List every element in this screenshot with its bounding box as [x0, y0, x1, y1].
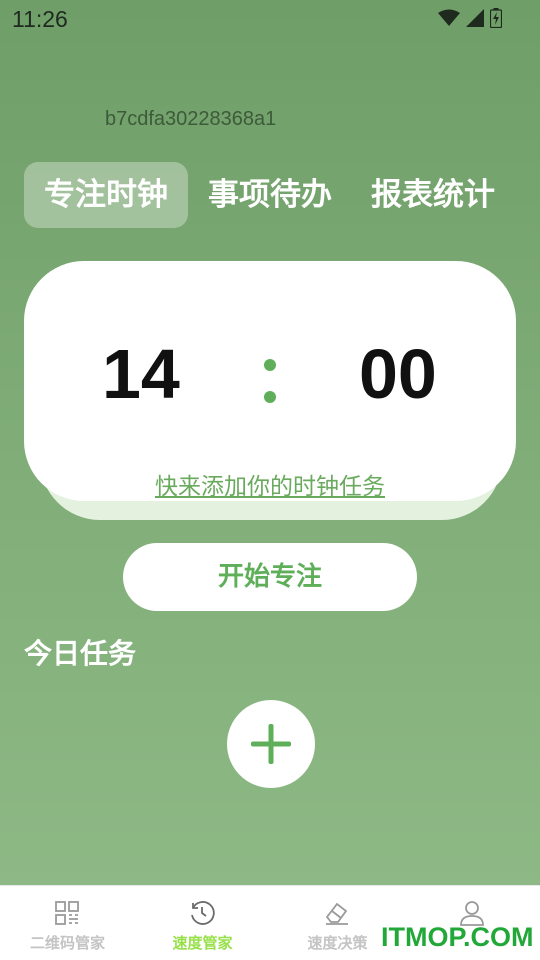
clock-seconds: 00 [359, 335, 437, 413]
tab-bar: 专注时钟 事项待办 报表统计 [24, 162, 524, 228]
clock-card: 14 00 快来添加你的时钟任务 [24, 261, 516, 501]
nav-item-qr-manager[interactable]: 二维码管家 [0, 886, 135, 960]
wifi-icon [438, 9, 460, 27]
status-time: 11:26 [12, 6, 68, 32]
status-icons [438, 8, 502, 28]
device-id-text: b7cdfa30228368a1 [105, 108, 277, 130]
nav-label-speed-manager: 速度管家 [172, 934, 233, 952]
start-focus-button[interactable]: 开始专注 [123, 543, 417, 611]
battery-charging-icon [490, 8, 502, 28]
nav-item-speed-manager[interactable]: 速度管家 [135, 886, 270, 960]
tab-todo[interactable]: 事项待办 [194, 162, 346, 228]
watermark-text: ITMOP.COM [381, 922, 534, 952]
clock-colon [264, 359, 276, 405]
tab-focus-clock[interactable]: 专注时钟 [24, 162, 188, 228]
nav-label-qr-manager: 二维码管家 [29, 934, 105, 952]
cellular-signal-icon [466, 9, 484, 27]
add-task-button[interactable] [227, 700, 315, 788]
clock-minutes: 14 [102, 335, 180, 413]
status-bar: 11:26 [0, 0, 540, 38]
today-tasks-title: 今日任务 [24, 637, 137, 670]
tab-reports[interactable]: 报表统计 [357, 162, 509, 228]
add-clock-task-link[interactable]: 快来添加你的时钟任务 [24, 467, 516, 501]
